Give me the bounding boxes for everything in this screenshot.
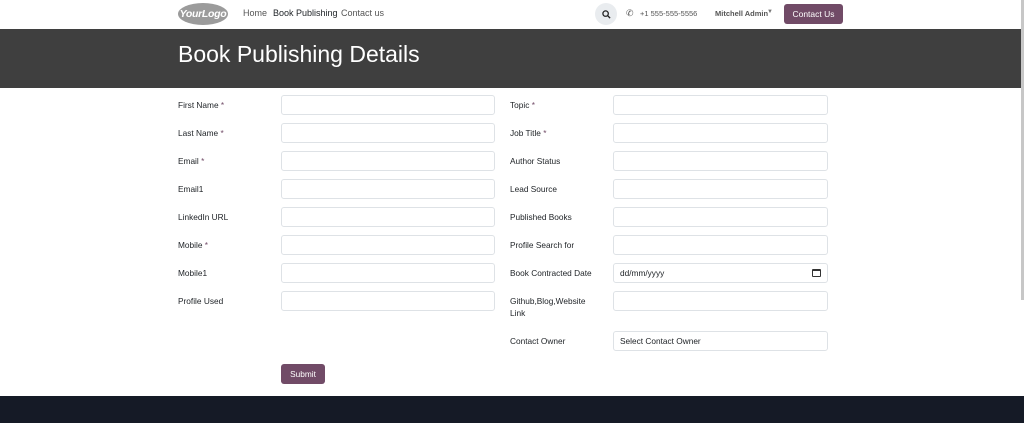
job-title-input[interactable] (613, 123, 828, 143)
nav-contact-us[interactable]: Contact us (341, 8, 384, 18)
mobile-input[interactable] (281, 235, 495, 255)
logo-text: YourLogo (179, 8, 227, 20)
book-contracted-date-input[interactable]: dd/mm/yyyy (613, 263, 828, 283)
page-banner: Book Publishing Details (0, 29, 1024, 88)
label-mobile1: Mobile1 (178, 268, 208, 278)
contact-owner-select[interactable]: Select Contact Owner (613, 331, 828, 351)
topic-input[interactable] (613, 95, 828, 115)
date-placeholder: dd/mm/yyyy (620, 268, 665, 278)
email-input[interactable] (281, 151, 495, 171)
phone-icon: ✆ (626, 8, 634, 18)
contact-us-button[interactable]: Contact Us (784, 4, 843, 24)
label-last-name: Last Name * (178, 128, 224, 138)
footer (0, 396, 1024, 423)
label-book-contracted-date: Book Contracted Date (510, 268, 592, 278)
label-contact-owner: Contact Owner (510, 336, 566, 346)
brand-logo[interactable]: YourLogo (178, 3, 228, 25)
user-menu[interactable]: Mitchell Admin (715, 9, 768, 18)
github-blog-website-link-input[interactable] (613, 291, 828, 311)
mobile1-input[interactable] (281, 263, 495, 283)
search-icon (601, 9, 611, 19)
label-email1: Email1 (178, 184, 204, 194)
label-email: Email * (178, 156, 205, 166)
profile-used-input[interactable] (281, 291, 495, 311)
published-books-input[interactable] (613, 207, 828, 227)
label-profile-used: Profile Used (178, 296, 224, 306)
nav-home[interactable]: Home (243, 8, 267, 18)
caret-down-icon[interactable]: ▼ (767, 9, 773, 15)
label-github-blog-website-link: Github,Blog,Website Link (510, 296, 586, 318)
label-first-name: First Name * (178, 100, 225, 110)
page-title: Book Publishing Details (178, 41, 420, 67)
label-author-status: Author Status (510, 156, 561, 166)
calendar-icon[interactable] (812, 269, 821, 277)
last-name-input[interactable] (281, 123, 495, 143)
top-navbar: YourLogo Home Book Publishing Contact us… (0, 0, 1024, 29)
profile-search-for-input[interactable] (613, 235, 828, 255)
phone-number[interactable]: +1 555-555-5556 (640, 9, 697, 18)
email1-input[interactable] (281, 179, 495, 199)
lead-source-input[interactable] (613, 179, 828, 199)
author-status-input[interactable] (613, 151, 828, 171)
submit-button[interactable]: Submit (281, 364, 325, 384)
label-lead-source: Lead Source (510, 184, 558, 194)
label-mobile: Mobile * (178, 240, 208, 250)
label-topic: Topic * (510, 100, 535, 110)
linkedin-url-input[interactable] (281, 207, 495, 227)
first-name-input[interactable] (281, 95, 495, 115)
search-button[interactable] (595, 3, 617, 25)
label-published-books: Published Books (510, 212, 572, 222)
label-profile-search-for: Profile Search for (510, 240, 575, 250)
label-linkedin-url: LinkedIn URL (178, 212, 229, 222)
label-job-title: Job Title * (510, 128, 547, 138)
nav-book-publishing[interactable]: Book Publishing (273, 8, 338, 18)
